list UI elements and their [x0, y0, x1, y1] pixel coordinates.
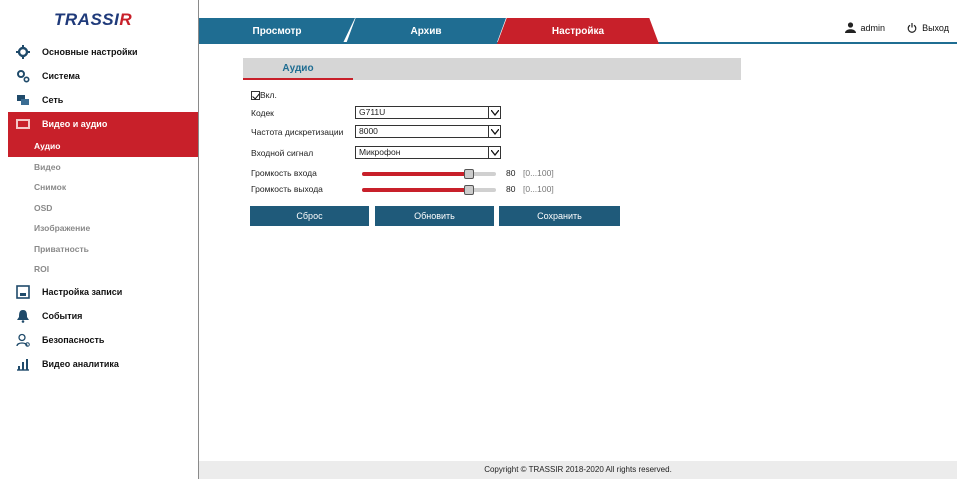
- sidebar-item-label: Безопасность: [42, 334, 105, 345]
- chevron-down-icon: [488, 147, 500, 158]
- sidebar-item-system[interactable]: Система: [8, 64, 198, 88]
- logout-button[interactable]: Выход: [907, 22, 949, 33]
- main-content: Аудио Вкл. Кодек G711U Частота дискретиз…: [199, 46, 957, 461]
- slider-fill: [362, 188, 469, 192]
- output-volume-row: Громкость выхода 80 [0...100]: [251, 184, 571, 196]
- sidebar-item-video-audio[interactable]: Видео и аудио: [8, 112, 198, 136]
- reset-button[interactable]: Сброс: [250, 206, 369, 226]
- power-icon: [907, 22, 917, 33]
- output-volume-range: [0...100]: [523, 184, 554, 194]
- input-source-row: Входной сигнал Микрофон: [251, 146, 511, 160]
- sidebar-item-label: Основные настройки: [42, 47, 138, 57]
- input-source-select[interactable]: Микрофон: [355, 146, 501, 159]
- slider-fill: [362, 172, 469, 176]
- sample-rate-label: Частота дискретизации: [251, 127, 344, 137]
- sidebar-item-security[interactable]: Безопасность: [8, 328, 198, 352]
- slider-thumb[interactable]: [464, 169, 474, 179]
- enable-checkbox[interactable]: [251, 91, 260, 101]
- refresh-button[interactable]: Обновить: [375, 206, 494, 226]
- sidebar-item-network[interactable]: Сеть: [8, 88, 198, 112]
- trassir-logo: TRASSIR: [54, 10, 133, 29]
- sidebar-item-label: Видео аналитика: [42, 358, 119, 369]
- enable-row: Вкл.: [251, 90, 277, 101]
- input-volume-value: 80: [506, 168, 516, 178]
- sidebar-item-analytics[interactable]: Видео аналитика: [8, 352, 198, 376]
- gear-icon: [16, 45, 30, 59]
- save-button[interactable]: Сохранить: [499, 206, 620, 226]
- codec-value: G711U: [359, 107, 386, 117]
- tab-archive[interactable]: Архив: [346, 18, 506, 44]
- sidebar-item-recording[interactable]: Настройка записи: [8, 280, 198, 304]
- sidebar-item-basic-settings[interactable]: Основные настройки: [8, 40, 198, 64]
- sidebar-subitem-roi[interactable]: ROI: [8, 259, 198, 280]
- output-volume-label: Громкость выхода: [251, 184, 323, 194]
- sidebar-item-label: Сеть: [42, 95, 64, 105]
- user-lock-icon: [16, 333, 30, 347]
- chevron-down-icon: [488, 126, 500, 137]
- sidebar-item-label: Настройка записи: [42, 286, 123, 297]
- sidebar-item-label: Система: [42, 71, 80, 81]
- input-volume-range: [0...100]: [523, 168, 554, 178]
- sidebar-subitem-audio[interactable]: Аудио: [8, 136, 198, 157]
- analytics-icon: [16, 357, 30, 371]
- input-source-value: Микрофон: [359, 147, 401, 157]
- sidebar-subitem-osd[interactable]: OSD: [8, 198, 198, 219]
- sidebar-item-events[interactable]: События: [8, 304, 198, 328]
- sidebar-item-label: События: [42, 310, 83, 321]
- codec-select[interactable]: G711U: [355, 106, 501, 119]
- sample-rate-row: Частота дискретизации 8000: [251, 125, 511, 139]
- output-volume-value: 80: [506, 184, 516, 194]
- codec-label: Кодек: [251, 108, 274, 118]
- network-icon: [16, 93, 30, 107]
- storage-icon: [16, 284, 30, 299]
- event-icon: [16, 309, 30, 323]
- user-icon: [844, 22, 856, 33]
- sidebar-subitem-image[interactable]: Изображение: [8, 218, 198, 239]
- sidebar-subitem-snapshot[interactable]: Снимок: [8, 177, 198, 198]
- slider-thumb[interactable]: [464, 185, 474, 195]
- input-source-label: Входной сигнал: [251, 148, 314, 158]
- input-volume-label: Громкость входа: [251, 168, 317, 178]
- video-icon: [16, 117, 30, 131]
- output-volume-slider[interactable]: [362, 185, 496, 195]
- logout-label: Выход: [922, 22, 949, 33]
- tab-settings[interactable]: Настройка: [497, 18, 659, 44]
- codec-row: Кодек G711U: [251, 106, 511, 120]
- footer: Copyright © TRASSIR 2018-2020 All rights…: [199, 461, 957, 479]
- input-volume-row: Громкость входа 80 [0...100]: [251, 168, 571, 180]
- sidebar: TRASSIR Основные настройки Система Сеть …: [8, 0, 199, 479]
- username: admin: [860, 22, 886, 33]
- sidebar-subitem-video[interactable]: Видео: [8, 157, 198, 178]
- chevron-down-icon: [488, 107, 500, 118]
- enable-label: Вкл.: [260, 90, 277, 100]
- section-header: Аудио: [243, 58, 741, 80]
- section-tab-audio[interactable]: Аудио: [243, 58, 353, 80]
- top-bar: Просмотр Архив Настройка admin Выход: [199, 0, 957, 44]
- sidebar-item-label: Видео и аудио: [42, 119, 108, 129]
- sample-rate-select[interactable]: 8000: [355, 125, 501, 138]
- sidebar-subitem-privacy[interactable]: Приватность: [8, 239, 198, 260]
- user-menu[interactable]: admin: [844, 22, 886, 33]
- input-volume-slider[interactable]: [362, 169, 496, 179]
- gears-icon: [16, 69, 30, 83]
- user-area: admin Выход: [844, 22, 949, 33]
- sample-rate-value: 8000: [359, 126, 378, 136]
- tab-view[interactable]: Просмотр: [199, 18, 355, 44]
